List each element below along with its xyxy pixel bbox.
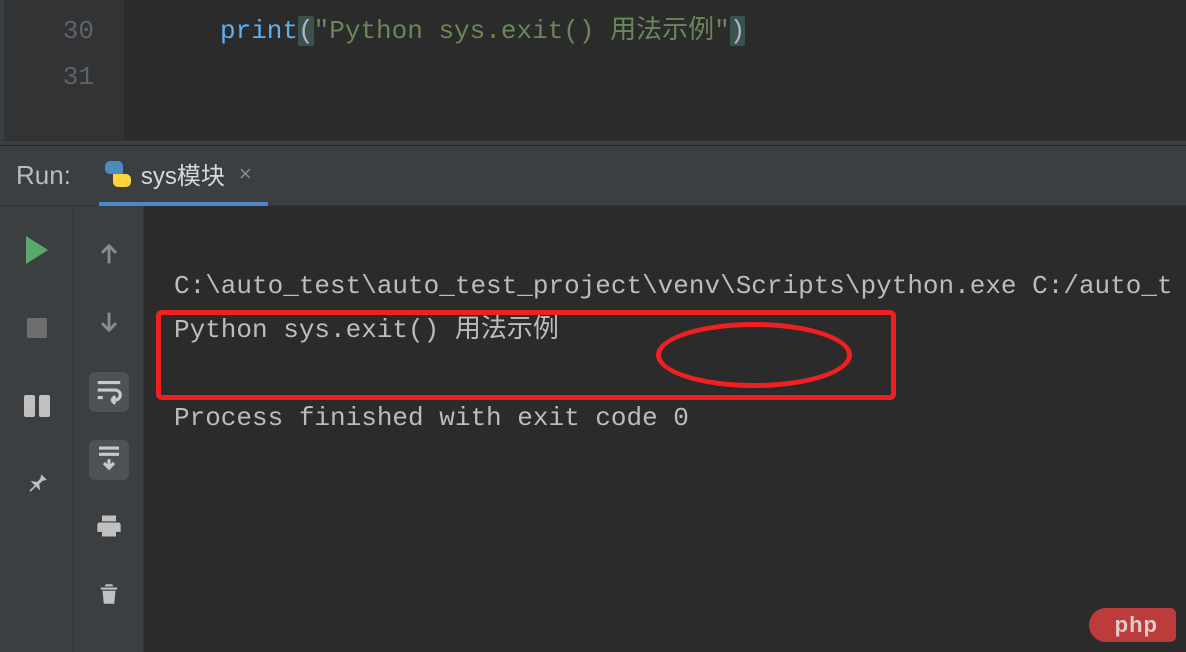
code-token-paren: ) <box>730 16 746 46</box>
console-line: Process finished with exit code 0 <box>174 403 689 433</box>
arrow-down-icon <box>95 308 123 341</box>
pin-icon <box>24 469 50 500</box>
code-token-paren: ( <box>298 16 314 46</box>
code-token-quote: " <box>314 16 330 46</box>
print-button[interactable] <box>89 508 129 548</box>
scroll-up-button[interactable] <box>89 236 129 276</box>
line-number: 30 <box>4 8 94 54</box>
line-number: 31 <box>4 54 94 100</box>
run-button[interactable] <box>17 230 57 270</box>
run-tool-window-body: C:\auto_test\auto_test_project\venv\Scri… <box>0 206 1186 652</box>
clear-all-button[interactable] <box>89 576 129 616</box>
pin-button[interactable] <box>17 464 57 504</box>
trash-icon <box>96 579 122 614</box>
run-tool-window-header: Run: sys模块 × <box>0 146 1186 206</box>
close-icon[interactable]: × <box>239 161 252 187</box>
scroll-down-button[interactable] <box>89 304 129 344</box>
layout-button[interactable] <box>17 386 57 426</box>
python-icon <box>105 161 131 187</box>
run-label: Run: <box>16 160 71 191</box>
console-output[interactable]: C:\auto_test\auto_test_project\venv\Scri… <box>144 206 1186 652</box>
stop-button[interactable] <box>17 308 57 348</box>
scroll-to-end-button[interactable] <box>89 440 129 480</box>
watermark: php <box>1089 608 1176 642</box>
arrow-up-icon <box>95 240 123 273</box>
code-token-quote: " <box>714 16 730 46</box>
code-editor[interactable]: 30 31 print("Python sys.exit() 用法示例") <box>0 0 1186 140</box>
run-toolbar-secondary <box>74 206 144 652</box>
code-token-string: Python sys.exit() 用法示例 <box>329 16 714 46</box>
print-icon <box>95 512 123 545</box>
play-icon <box>26 236 48 264</box>
console-line: Python sys.exit() 用法示例 <box>174 315 559 345</box>
soft-wrap-icon <box>94 375 124 410</box>
soft-wrap-button[interactable] <box>89 372 129 412</box>
stop-icon <box>27 318 47 338</box>
layout-icon <box>24 395 50 417</box>
code-area[interactable]: print("Python sys.exit() 用法示例") <box>124 0 1186 140</box>
run-tab-title: sys模块 <box>141 156 225 191</box>
code-token-function: print <box>220 16 298 46</box>
annotation-ellipse <box>656 322 852 388</box>
run-toolbar-primary <box>0 206 74 652</box>
run-tab[interactable]: sys模块 × <box>99 146 268 206</box>
console-line: C:\auto_test\auto_test_project\venv\Scri… <box>174 271 1173 301</box>
scroll-to-end-icon <box>94 443 124 478</box>
line-number-gutter: 30 31 <box>4 0 124 140</box>
